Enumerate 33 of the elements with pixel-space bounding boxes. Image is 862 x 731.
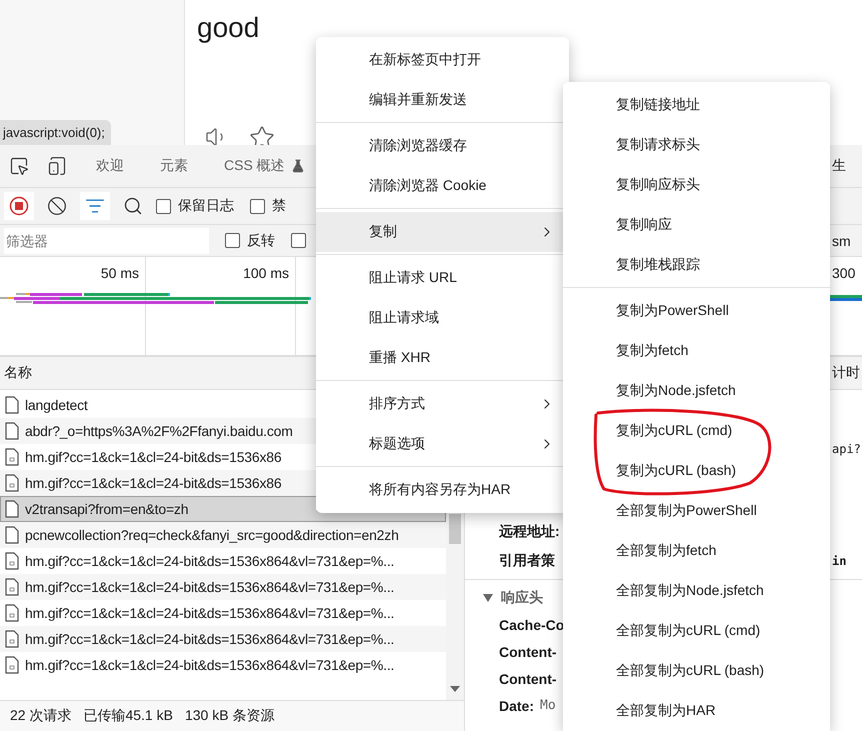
header-name: Date: bbox=[499, 698, 534, 714]
time-tick-label: 300 bbox=[832, 265, 856, 281]
time-tick-label: 50 ms bbox=[100, 265, 140, 281]
request-name: hm.gif?cc=1&ck=1&cl=24-bit&ds=1536x864&vl=731&ep=%... bbox=[25, 657, 394, 673]
general-value: in bbox=[832, 554, 848, 568]
status-text: 130 kB 条资源 bbox=[184, 707, 274, 725]
general-label: 远程地址: bbox=[499, 522, 560, 540]
request-name: hm.gif?cc=1&ck=1&cl=24-bit&ds=1536x86 bbox=[25, 475, 282, 491]
column-label: sm bbox=[832, 232, 852, 248]
status-text: 22 次请求 bbox=[10, 707, 72, 725]
request-name: hm.gif?cc=1&ck=1&cl=24-bit&ds=1536x864&vl=731&ep=%... bbox=[25, 605, 394, 621]
request-name: hm.gif?cc=1&ck=1&cl=24-bit&ds=1536x864&vl=731&ep=%... bbox=[25, 553, 394, 569]
request-name: hm.gif?cc=1&ck=1&cl=24-bit&ds=1536x86 bbox=[25, 449, 282, 465]
header-name: Cache-Co bbox=[499, 616, 564, 632]
request-name: hm.gif?cc=1&ck=1&cl=24-bit&ds=1536x864&vl=731&ep=%... bbox=[25, 579, 394, 595]
tab-label: 生 bbox=[832, 157, 847, 175]
header-name: Content- bbox=[499, 644, 557, 660]
time-tick-label: 100 ms bbox=[242, 265, 290, 281]
request-name: pcnewcollection?req=check&fanyi_src=good&direction=en2zh bbox=[25, 527, 399, 543]
general-label: 引用者策 bbox=[499, 552, 555, 570]
checkbox-label: 反转 bbox=[247, 232, 275, 250]
url-text: api? bbox=[832, 442, 862, 456]
checkbox-label: 禁 bbox=[272, 197, 286, 215]
header-name: Content- bbox=[499, 670, 557, 686]
request-name: v2transapi?from=en&to=zh bbox=[25, 501, 188, 517]
word-heading: good bbox=[197, 12, 260, 44]
link-tooltip: javascript:void(0); bbox=[0, 120, 111, 145]
request-name: langdetect bbox=[25, 397, 88, 413]
request-name: abdr?_o=https%3A%2F%2Ffanyi.baidu.com bbox=[25, 423, 293, 439]
header-value: Mo bbox=[540, 698, 556, 713]
checkbox-label: 保留日志 bbox=[178, 197, 234, 215]
status-text: 已传输45.1 kB bbox=[83, 707, 173, 725]
request-name: hm.gif?cc=1&ck=1&cl=24-bit&ds=1536x864&vl=731&ep=%... bbox=[25, 631, 394, 647]
